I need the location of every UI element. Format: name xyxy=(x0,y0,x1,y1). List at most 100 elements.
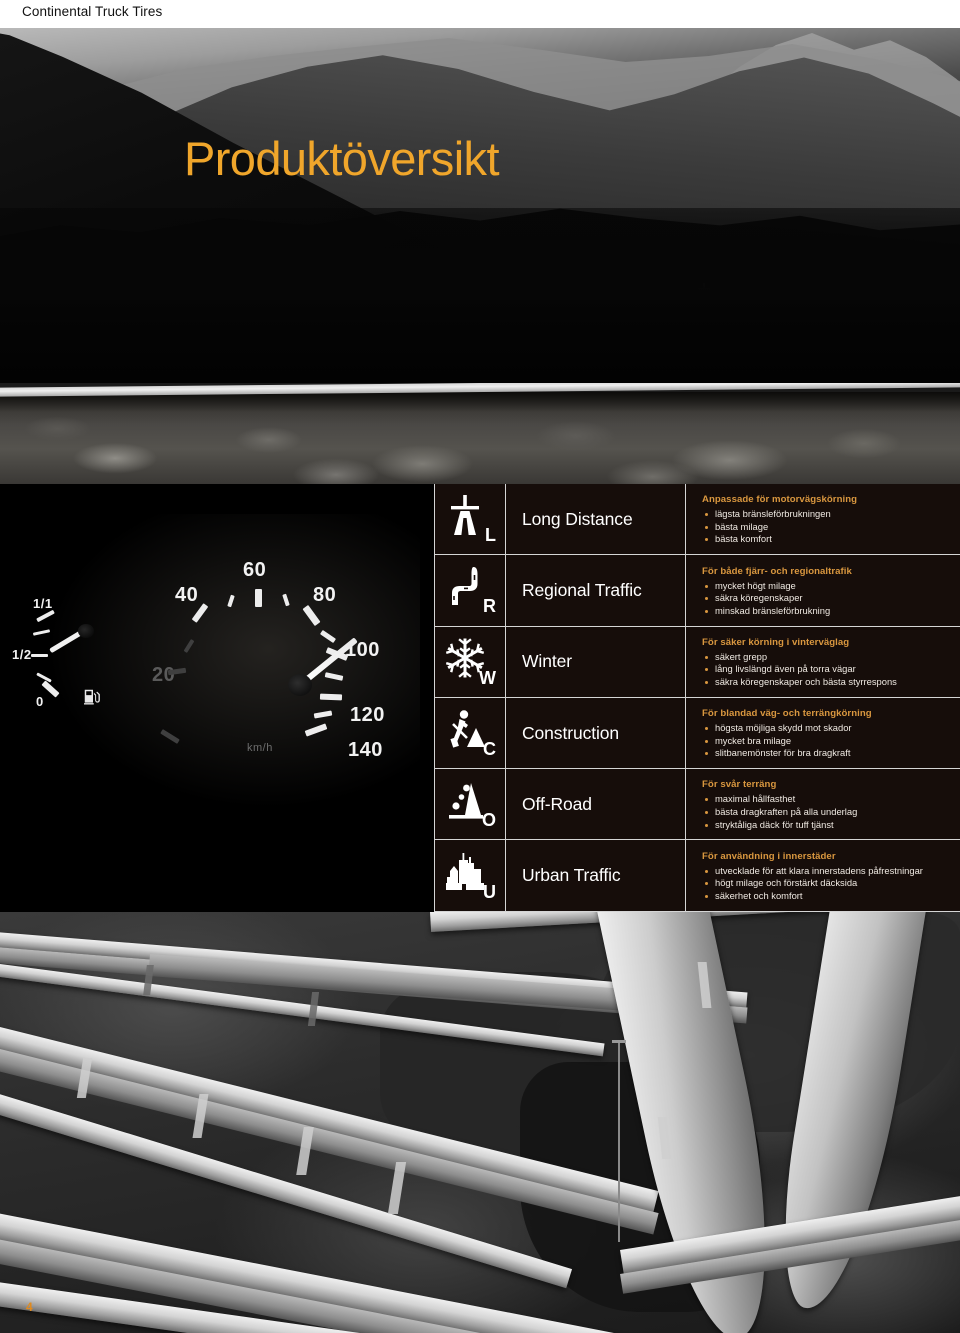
fuel-label-full: 1/1 xyxy=(33,596,53,611)
fuel-tick-3 xyxy=(31,654,48,657)
feature-list: säkert grepp lång livslängd även på torr… xyxy=(702,651,952,689)
description-heading: För blandad väg- och terrängkörning xyxy=(702,708,872,720)
description-heading: För användning i innerstäder xyxy=(702,850,836,862)
list-item: bästa dragkraften på alla underlag xyxy=(702,806,952,819)
product-description-cell: För säker körning i vinterväglag säkert … xyxy=(686,626,960,697)
icon-letter: O xyxy=(481,810,496,831)
list-item: mycket bra milage xyxy=(702,735,952,748)
feature-list: maximal hållfasthet bästa dragkraften på… xyxy=(702,793,952,831)
page-number: 4 xyxy=(26,1300,33,1314)
list-item: säkra köregenskaper xyxy=(702,592,952,605)
list-item: säkra köregenskaper och bästa styrrespon… xyxy=(702,676,952,689)
page-title: Produktöversikt xyxy=(184,132,500,185)
product-name-cell: Urban Traffic xyxy=(506,840,686,911)
lamp-post-icon xyxy=(618,1042,620,1242)
icon-letter: W xyxy=(479,667,496,688)
icon-letter: U xyxy=(483,881,496,902)
speedometer-hub xyxy=(288,674,312,696)
winding-road-icon xyxy=(452,567,478,606)
product-name: Winter xyxy=(522,651,572,672)
city-skyline-icon xyxy=(446,852,484,890)
speed-label-120: 120 xyxy=(350,704,385,726)
fuel-pump-icon xyxy=(84,689,100,705)
description-heading: För svår terräng xyxy=(702,779,777,791)
product-name: Urban Traffic xyxy=(522,865,621,886)
speedometer-photo: 1/1 1/2 0 20 40 60 80 100 120 140 km/h xyxy=(0,484,434,912)
list-item: säkerhet och komfort xyxy=(702,890,952,903)
speed-label-140: 140 xyxy=(348,739,383,761)
description-heading: Anpassade för motorvägskörning xyxy=(702,494,858,506)
speed-label-20: 20 xyxy=(152,664,176,686)
lamp-head-icon xyxy=(612,1040,626,1043)
speed-label-80: 80 xyxy=(313,584,337,606)
foreground-shadow xyxy=(0,208,960,383)
highway-interchange-photo xyxy=(0,912,960,1333)
product-name-cell: Regional Traffic xyxy=(506,555,686,626)
list-item: slitbanemönster för bra dragkraft xyxy=(702,747,952,760)
icon-cell: R xyxy=(434,555,506,626)
product-name-cell: Winter xyxy=(506,626,686,697)
document-page: Continental Truck Tires Produktöversikt … xyxy=(0,0,960,1333)
feature-list: högsta möjliga skydd mot skador mycket b… xyxy=(702,722,952,760)
gravel-ground-photo xyxy=(0,383,960,484)
product-name: Regional Traffic xyxy=(522,579,642,600)
icon-cell: O xyxy=(434,769,506,840)
icon-cell: C xyxy=(434,697,506,769)
product-name-cell: Construction xyxy=(506,697,686,769)
product-line-table: L Long Distance Anpassade för motorvägsk… xyxy=(434,484,960,912)
product-description-cell: Anpassade för motorvägskörning lägsta br… xyxy=(686,484,960,555)
product-description-cell: För användning i innerstäder utvecklade … xyxy=(686,840,960,911)
brand-title: Continental Truck Tires xyxy=(22,4,163,19)
fuel-gauge-hub xyxy=(78,624,94,638)
rockfall-icon xyxy=(449,783,483,819)
product-name-cell: Long Distance xyxy=(506,484,686,555)
speed-unit-label: km/h xyxy=(247,742,273,754)
fuel-label-half: 1/2 xyxy=(12,647,32,662)
list-item: maximal hållfasthet xyxy=(702,793,952,806)
icon-letter: C xyxy=(483,739,496,760)
list-item: stryktåliga däck för tuff tjänst xyxy=(702,819,952,832)
speed-tick-60 xyxy=(255,589,262,607)
icon-cell: W xyxy=(434,626,506,697)
list-item: bästa komfort xyxy=(702,533,952,546)
product-name: Construction xyxy=(522,722,620,743)
list-item: mycket högt milage xyxy=(702,580,952,593)
list-item: högt milage och förstärkt däcksida xyxy=(702,877,952,890)
icon-letter: L xyxy=(485,525,496,546)
list-item: högsta möjliga skydd mot skador xyxy=(702,722,952,735)
table-row: L Long Distance Anpassade för motorvägsk… xyxy=(434,484,960,556)
description-heading: För säker körning i vinterväglag xyxy=(702,636,850,648)
product-name-cell: Off-Road xyxy=(506,769,686,840)
list-item: utvecklade för att klara innerstadens på… xyxy=(702,865,952,878)
feature-list: utvecklade för att klara innerstadens på… xyxy=(702,865,952,903)
table-row: W Winter För säker körning i vintervägla… xyxy=(434,626,960,698)
icon-letter: R xyxy=(483,596,496,617)
table-row: O Off-Road För svår terräng maximal håll… xyxy=(434,769,960,841)
list-item: lägsta bränsleförbrukningen xyxy=(702,508,952,521)
product-description-cell: För både fjärr- och regionaltrafik mycke… xyxy=(686,555,960,626)
header-bar: Continental Truck Tires xyxy=(0,0,960,28)
hero-mountain-photo: Produktöversikt xyxy=(0,28,960,383)
dashboard-glow xyxy=(40,514,420,814)
product-description-cell: För svår terräng maximal hållfasthet bäs… xyxy=(686,769,960,840)
table-row: R Regional Traffic För både fjärr- och r… xyxy=(434,555,960,627)
product-name: Off-Road xyxy=(522,793,592,814)
table-row: U Urban Traffic För användning i innerst… xyxy=(434,840,960,912)
product-name: Long Distance xyxy=(522,508,633,529)
list-item: bästa milage xyxy=(702,521,952,534)
description-heading: För både fjärr- och regionaltrafik xyxy=(702,565,852,577)
feature-list: mycket högt milage säkra köregenskaper m… xyxy=(702,580,952,618)
product-description-cell: För blandad väg- och terrängkörning högs… xyxy=(686,697,960,769)
icon-cell: U xyxy=(434,840,506,911)
highway-icon xyxy=(451,495,479,536)
list-item: minskad bränsleförbrukning xyxy=(702,605,952,618)
speed-label-40: 40 xyxy=(175,584,199,606)
fuel-label-empty: 0 xyxy=(36,694,44,709)
list-item: lång livslängd även på torra vägar xyxy=(702,663,952,676)
feature-list: lägsta bränsleförbrukningen bästa milage… xyxy=(702,508,952,546)
speed-tick-120 xyxy=(319,693,343,701)
construction-worker-icon xyxy=(450,710,485,748)
list-item: säkert grepp xyxy=(702,651,952,664)
speed-label-60: 60 xyxy=(243,559,267,581)
icon-cell: L xyxy=(434,484,506,555)
